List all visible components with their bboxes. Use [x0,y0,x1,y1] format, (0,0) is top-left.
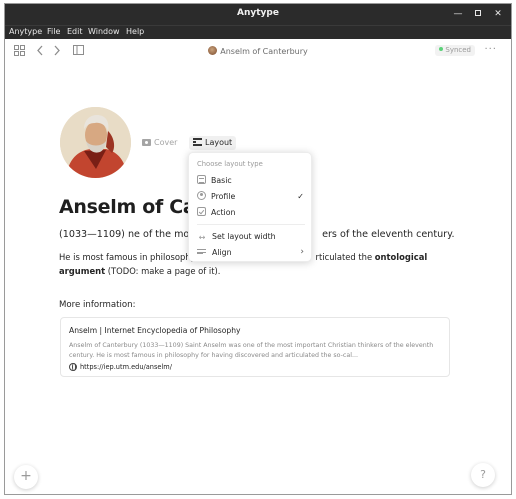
layout-menu: Choose layout type Basic Profile ✓ Actio… [188,152,312,262]
cover-button[interactable]: Cover [142,138,177,147]
bookmark-card[interactable]: Anselm | Internet Encyclopedia of Philos… [60,317,450,377]
profile-avatar[interactable] [60,107,131,178]
menu-window[interactable]: Window [88,27,120,36]
subline-start: (1033—1109) [59,229,128,240]
align-icon [197,247,207,256]
menu-bar: Anytype File Edit Window Help [5,25,511,39]
menu-heading: Choose layout type [197,160,263,168]
width-arrows-icon: ↔ [198,233,206,242]
set-width-label: Set layout width [212,232,276,241]
layout-option-label: Basic [211,176,232,185]
close-icon[interactable]: ✕ [491,7,505,21]
minimize-icon[interactable]: — [451,7,465,21]
para-text-2: rticulated the [315,252,375,262]
maximize-icon[interactable] [471,7,485,21]
layout-button[interactable]: Layout [189,136,237,150]
checkmark-icon: ✓ [297,192,304,201]
layout-option-label: Action [211,208,236,217]
add-object-button[interactable]: + [14,465,38,489]
layout-label: Layout [205,138,233,147]
app-window: Anytype — ✕ Anytype File Edit Window Hel… [4,3,512,495]
menu-file[interactable]: File [47,27,60,36]
app-header: Anselm of Canterbury Synced ··· [5,39,511,63]
more-options-icon[interactable]: ··· [484,44,497,55]
help-button[interactable]: ? [471,463,495,487]
align-label: Align [212,248,232,257]
basic-layout-icon [197,175,206,184]
subline-end: ers of the eleventh century. [322,229,455,240]
globe-icon [69,363,77,371]
sync-status-badge[interactable]: Synced [435,45,475,56]
para-text-3: (TODO: make a page of it). [105,265,221,276]
sync-status-label: Synced [445,46,471,54]
menu-anytype[interactable]: Anytype [9,27,42,36]
page-title[interactable]: Anselm of Ca [59,196,196,218]
bookmark-title: Anselm | Internet Encyclopedia of Philos… [69,326,241,335]
title-bar: Anytype — ✕ [5,4,511,25]
cover-label: Cover [154,138,178,147]
bookmark-url-text: https://iep.utm.edu/anselm/ [80,363,172,371]
camera-icon [142,139,151,146]
action-layout-icon [197,207,206,216]
menu-edit[interactable]: Edit [67,27,83,36]
set-layout-width-item[interactable]: ↔ Set layout width [197,230,307,243]
layout-option-profile[interactable]: Profile ✓ [197,190,307,203]
layout-option-action[interactable]: Action [197,206,307,219]
layout-option-basic[interactable]: Basic [197,174,307,187]
profile-layout-icon [197,191,206,200]
layout-option-label: Profile [211,192,236,201]
align-item[interactable]: Align › [197,246,307,259]
menu-help[interactable]: Help [126,27,144,36]
breadcrumb-avatar-icon [208,46,218,55]
para-text-1: He is most famous in philosophy [59,252,196,262]
menu-divider [197,224,305,225]
bookmark-url[interactable]: https://iep.utm.edu/anselm/ [69,363,172,371]
more-info-label[interactable]: More information: [59,300,136,310]
chevron-right-icon: › [300,247,304,257]
breadcrumb-label: Anselm of Canterbury [220,47,308,56]
layout-icon [193,138,202,146]
window-title: Anytype [237,8,279,18]
bookmark-description: Anselm of Canterbury (1033—1109) Saint A… [69,342,434,359]
sync-dot-icon [439,47,444,51]
